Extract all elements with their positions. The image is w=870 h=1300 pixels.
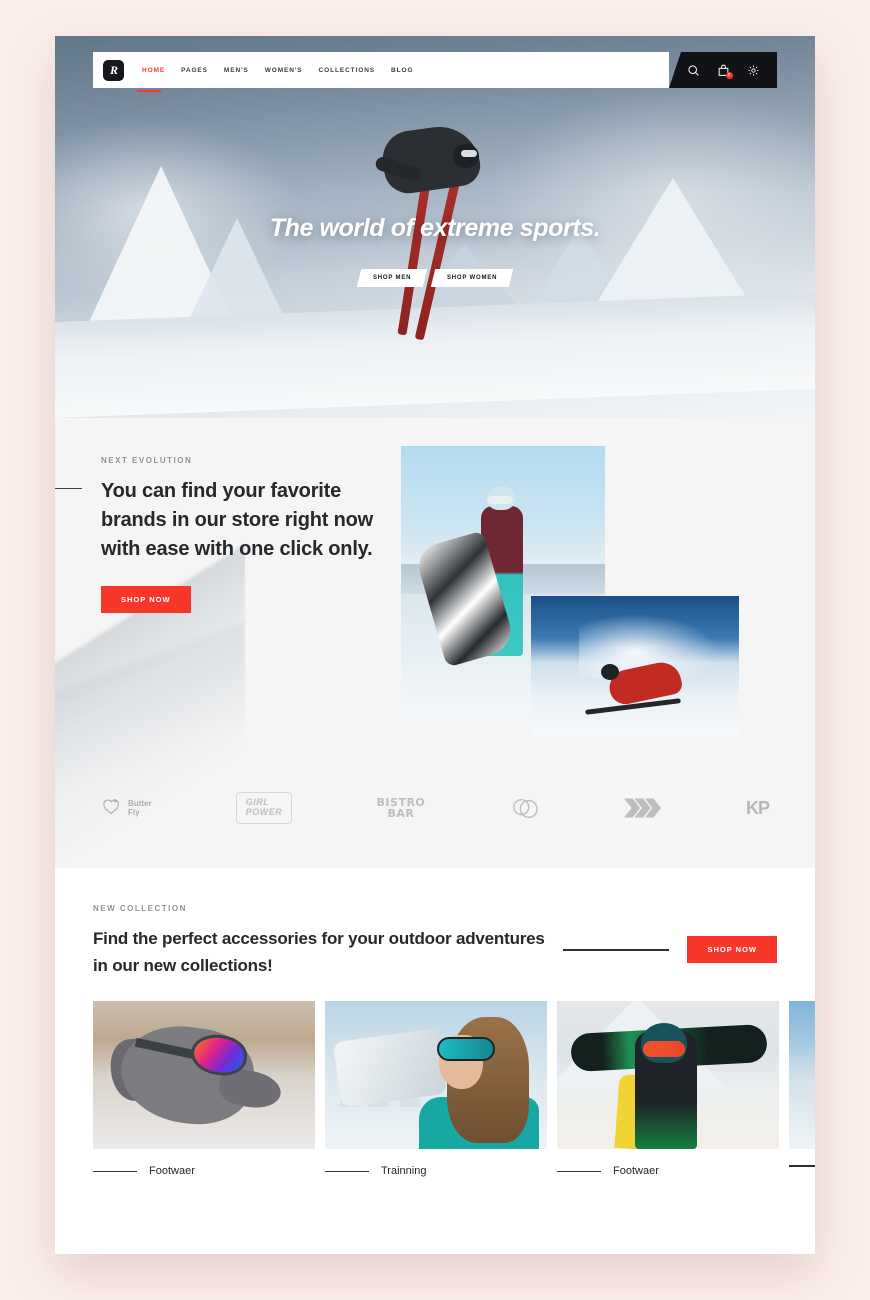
card-title: Trainning [381, 1165, 427, 1178]
circles-logo [510, 795, 540, 821]
goggles-icon [461, 150, 477, 157]
nav-left-panel: R HOME PAGES MEN'S WOMEN'S COLLECTIONS B… [93, 52, 669, 92]
active-nav-underline [137, 89, 161, 92]
shop-women-button[interactable]: SHOP WOMEN [430, 269, 514, 287]
brands-text-block: NEXT EVOLUTION You can find your favorit… [55, 446, 401, 746]
cart-count-badge: 0 [725, 71, 733, 79]
site-logo[interactable]: R [103, 59, 124, 81]
hero-content: The world of extreme sports. SHOP MEN SH… [55, 214, 815, 287]
nav-links: HOME PAGES MEN'S WOMEN'S COLLECTIONS BLO… [142, 63, 413, 78]
brands-photo-group [401, 446, 769, 746]
card-rule [557, 1170, 601, 1173]
logo-letter: R [109, 62, 118, 77]
card-image-snowboarder-with-board [557, 1001, 779, 1150]
cta-rule [563, 949, 670, 951]
search-icon[interactable] [687, 64, 700, 77]
collection-heading: Find the perfect accessories for your ou… [93, 929, 545, 976]
shop-men-label: SHOP MEN [372, 275, 412, 281]
collection-card[interactable] [789, 1001, 815, 1177]
butterfly-logo-line1: Butter [128, 798, 152, 808]
collection-card[interactable]: Trainning [325, 1001, 547, 1177]
brand-logo-row: Butter Fly GIRL POWER BISTRO BAR KP [101, 792, 770, 824]
hero-button-group: SHOP MEN SHOP WOMEN [55, 269, 815, 287]
browser-window: R HOME PAGES MEN'S WOMEN'S COLLECTIONS B… [55, 36, 815, 1254]
shopping-bag-icon[interactable]: 0 [717, 64, 733, 79]
collection-shop-now-button[interactable]: SHOP NOW [687, 936, 777, 964]
skier-head [601, 664, 619, 680]
heading-rule [55, 488, 82, 489]
nav-item-blog[interactable]: BLOG [391, 63, 413, 78]
nav-item-womens[interactable]: WOMEN'S [265, 63, 303, 78]
card-image-snow-landscape-partial [789, 1001, 815, 1150]
card-image-dog-with-goggles [93, 1001, 315, 1150]
collection-card-list: Footwaer Trainning Footwaer [55, 979, 815, 1177]
collection-card[interactable]: Footwaer [93, 1001, 315, 1177]
card-title: Footwaer [149, 1165, 195, 1178]
kp-logo-label: KP [745, 797, 770, 818]
collection-section: NEW COLLECTION Find the perfect accessor… [55, 868, 815, 1254]
photo-skier [531, 596, 739, 736]
brands-eyebrow: NEXT EVOLUTION [101, 456, 193, 465]
nav-item-collections[interactable]: COLLECTIONS [319, 63, 375, 78]
kp-logo: KP [745, 797, 770, 819]
skis-icon [332, 1028, 448, 1109]
girl-power-line2: POWER [245, 807, 283, 818]
collection-eyebrow: NEW COLLECTION [93, 904, 187, 913]
goggles-icon [643, 1041, 685, 1058]
card-rule [789, 1165, 815, 1167]
collection-cta-group: SHOP NOW [563, 936, 777, 979]
collection-card[interactable]: Footwaer [557, 1001, 779, 1177]
butterfly-logo: Butter Fly [101, 798, 152, 818]
nav-item-mens[interactable]: MEN'S [224, 63, 249, 78]
bistro-bar-logo: BISTRO BAR [377, 797, 426, 820]
hero-section: R HOME PAGES MEN'S WOMEN'S COLLECTIONS B… [55, 36, 815, 418]
chevrons-logo [623, 796, 662, 820]
card-rule [93, 1170, 137, 1173]
shop-women-label: SHOP WOMEN [447, 275, 498, 281]
butterfly-logo-line2: Fly [128, 808, 140, 818]
card-rule [325, 1170, 369, 1173]
brands-shop-now-button[interactable]: SHOP NOW [101, 586, 191, 613]
card-title: Footwaer [613, 1165, 659, 1178]
bistro-bar-line2: BAR [387, 807, 415, 821]
main-navigation: R HOME PAGES MEN'S WOMEN'S COLLECTIONS B… [93, 52, 777, 92]
brands-heading: You can find your favorite brands in our… [101, 480, 373, 560]
collection-text-block: NEW COLLECTION Find the perfect accessor… [93, 904, 563, 979]
nav-item-pages[interactable]: PAGES [181, 63, 208, 78]
goggles-icon [437, 1037, 495, 1062]
card-image-woman-with-goggles [325, 1001, 547, 1150]
brands-section: NEXT EVOLUTION You can find your favorit… [55, 418, 815, 868]
nav-item-home[interactable]: HOME [142, 63, 165, 78]
girl-power-logo: GIRL POWER [235, 792, 293, 824]
nav-right-panel: 0 [669, 52, 777, 88]
goggles-icon [487, 496, 513, 504]
shop-men-button[interactable]: SHOP MEN [356, 269, 428, 287]
settings-gear-icon[interactable] [747, 64, 760, 77]
hero-title: The world of extreme sports. [269, 214, 601, 242]
